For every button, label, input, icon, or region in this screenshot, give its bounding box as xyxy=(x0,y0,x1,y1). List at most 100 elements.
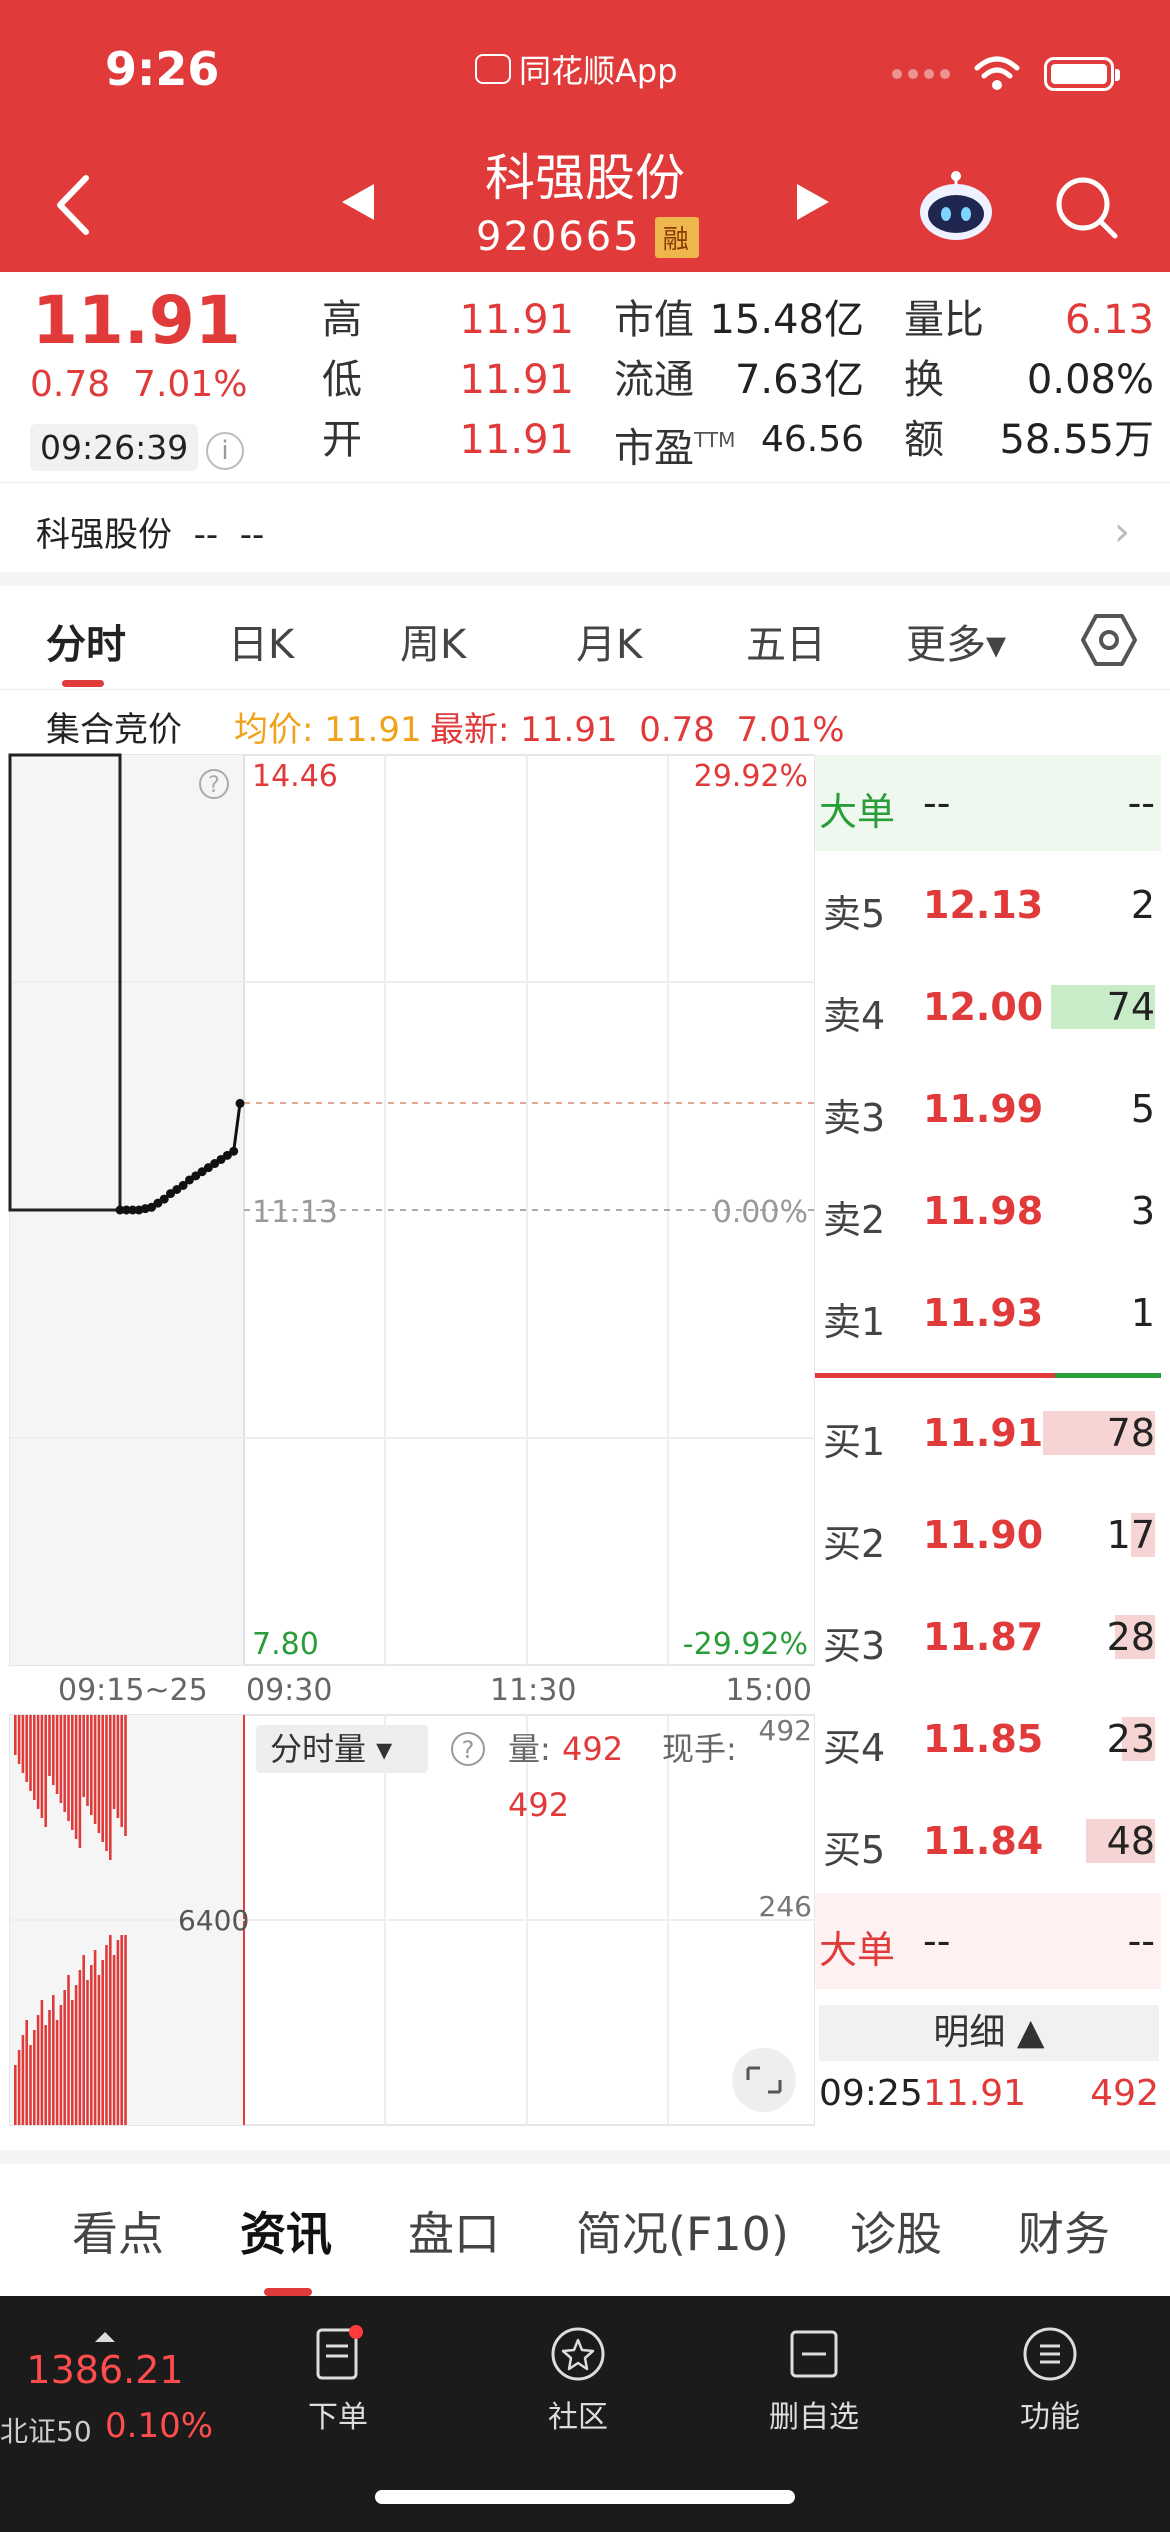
volume-label: 量: xyxy=(508,1730,551,1768)
chart-help-glyph: ? xyxy=(208,773,220,798)
auction-volume-bar xyxy=(74,1985,78,2125)
index-ticker[interactable]: 1386.21 北证50 0.10% xyxy=(0,2330,213,2448)
stock-code-row: 920665 融 xyxy=(476,214,699,260)
auction-volume-bar xyxy=(21,1715,25,1773)
tab-daily-k[interactable]: 日K xyxy=(228,612,294,670)
margin-badge: 融 xyxy=(654,216,699,258)
auction-volume-bar xyxy=(29,1715,32,1791)
avg-price: 均价: 11.91 xyxy=(234,710,422,750)
x-label-open: 09:30 xyxy=(246,1673,332,1708)
bid-row-4[interactable]: 买4 11.85 23 xyxy=(815,1711,1161,1771)
search-icon[interactable] xyxy=(1053,174,1119,240)
auction-volume-bar xyxy=(109,1935,112,2125)
label-high: 高 xyxy=(322,297,362,343)
auction-volume-bar xyxy=(52,1995,55,2125)
auction-volume-bar xyxy=(59,1715,63,1803)
auction-volume-bar xyxy=(48,2010,51,2125)
tab-intraday[interactable]: 分时 xyxy=(46,612,126,670)
auction-volume-bar xyxy=(90,1965,93,2125)
tab-weekly-k[interactable]: 周K xyxy=(400,612,466,670)
quote-col-2: 市值 15.48亿 流通 7.63亿 市盈TTM 46.56 xyxy=(614,290,864,471)
ask-row-5[interactable]: 卖5 12.13 2 xyxy=(815,877,1161,937)
bid-ask-ratio-green xyxy=(1055,1373,1161,1378)
auction-volume-bar xyxy=(116,1715,120,1818)
dock-functions-button[interactable]: 功能 xyxy=(980,2324,1120,2436)
auction-volume-bar xyxy=(29,2045,32,2125)
volume-selector-label: 分时量 ▾ xyxy=(270,1730,392,1768)
auction-volume-bar xyxy=(71,1715,74,1830)
auction-volume-bar xyxy=(116,1940,120,2125)
quote-row-float: 流通 7.63亿 xyxy=(614,350,864,410)
intraday-chart[interactable]: ? 14.46 29.92% 11.13 0.00% 7.80 -29.92% … xyxy=(0,750,815,2130)
next-stock-button[interactable] xyxy=(795,182,831,222)
volume-help-glyph: ? xyxy=(462,1736,475,1764)
status-indicators xyxy=(892,56,1120,92)
dock-order-label: 下单 xyxy=(308,2400,368,2435)
ask-row-2[interactable]: 卖2 11.98 3 xyxy=(815,1183,1161,1243)
auction-volume-bar xyxy=(112,1715,116,1809)
tab-f10[interactable]: 简况(F10) xyxy=(576,2198,789,2264)
tab-five-day[interactable]: 五日 xyxy=(746,612,826,670)
remove-watchlist-icon xyxy=(790,2330,838,2378)
dock-community-button[interactable]: 社区 xyxy=(508,2324,648,2436)
ask-row-3[interactable]: 卖3 11.99 5 xyxy=(815,1081,1161,1141)
tab-financials[interactable]: 财务 xyxy=(1018,2198,1110,2264)
auction-volume-bar xyxy=(124,1715,127,1836)
trade-price: 11.91 xyxy=(923,2073,1027,2114)
quote-row-pe: 市盈TTM 46.56 xyxy=(614,410,864,471)
order-form-icon xyxy=(316,2325,363,2380)
x-label-close: 15:00 xyxy=(726,1673,812,1708)
auction-volume-bar xyxy=(74,1715,78,1839)
chart-settings-icon[interactable] xyxy=(1080,612,1138,668)
x-label-midday: 11:30 xyxy=(490,1673,576,1708)
divider xyxy=(0,572,1170,586)
auction-volume-bar xyxy=(63,1715,66,1812)
tab-more[interactable]: 更多▾ xyxy=(906,612,1006,670)
bid-row-3[interactable]: 买3 11.87 28 xyxy=(815,1609,1161,1669)
related-stock-row[interactable]: 科强股份 -- -- › xyxy=(0,482,1170,572)
battery-icon xyxy=(1044,57,1120,91)
chevron-right-icon: › xyxy=(1114,509,1130,555)
x-label-auction: 09:15~25 xyxy=(58,1673,208,1708)
label-amount: 额 xyxy=(904,417,944,463)
status-app-label: 同花顺App xyxy=(475,46,678,92)
tab-order-book[interactable]: 盘口 xyxy=(408,2198,500,2264)
expand-chart-button[interactable] xyxy=(732,2048,796,2112)
auction-volume-bar xyxy=(55,2020,59,2125)
latest-price: 最新: 11.91 0.78 7.01% xyxy=(430,710,845,750)
ask-row-1[interactable]: 卖1 11.93 1 xyxy=(815,1285,1161,1345)
bid-row-1[interactable]: 买1 11.91 78 xyxy=(815,1405,1161,1465)
price-point xyxy=(235,1098,245,1108)
y-mid-pct: 0.00% xyxy=(713,1195,808,1230)
tab-monthly-k[interactable]: 月K xyxy=(576,612,642,670)
y-bot-pct: -29.92% xyxy=(683,1627,808,1662)
tab-news[interactable]: 资讯 xyxy=(240,2198,332,2264)
auction-volume-bar xyxy=(48,1715,51,1776)
change-percent: 7.01% xyxy=(133,364,248,405)
dock-order-button[interactable]: 下单 xyxy=(268,2324,408,2436)
ask-row-4[interactable]: 卖4 12.00 74 xyxy=(815,979,1161,1039)
app-header: 9:26 同花顺App 科强股份 920665 融 xyxy=(0,0,1170,272)
auction-volume-bar xyxy=(44,1715,47,1827)
auction-volume-bar xyxy=(78,1715,82,1848)
info-icon[interactable]: i xyxy=(206,432,244,470)
auction-volume-label: 6400 xyxy=(178,1904,249,1937)
tab-highlights[interactable]: 看点 xyxy=(72,2198,164,2264)
app-mini-icon xyxy=(475,54,511,84)
auction-volume-bar xyxy=(25,2020,28,2125)
index-name: 北证50 xyxy=(0,2415,92,2448)
trade-detail-toggle[interactable]: 明细 ▲ xyxy=(819,2005,1159,2061)
bid-row-2[interactable]: 买2 11.90 17 xyxy=(815,1507,1161,1567)
auction-volume-bar xyxy=(71,2000,74,2125)
bid-row-5[interactable]: 买5 11.84 48 xyxy=(815,1813,1161,1873)
current-price: 11.91 xyxy=(32,282,241,359)
auction-volume-bar xyxy=(17,1715,21,1764)
ai-assistant-robot-icon[interactable] xyxy=(918,170,994,242)
dock-remove-watchlist-button[interactable]: 删自选 xyxy=(744,2324,884,2436)
auction-volume-bar xyxy=(105,1715,108,1851)
auction-volume-bar xyxy=(44,2025,47,2125)
auction-volume-bar xyxy=(109,1715,112,1860)
value-open: 11.91 xyxy=(459,417,574,463)
tab-diagnosis[interactable]: 诊股 xyxy=(850,2198,942,2264)
label-volratio: 量比 xyxy=(904,297,984,343)
